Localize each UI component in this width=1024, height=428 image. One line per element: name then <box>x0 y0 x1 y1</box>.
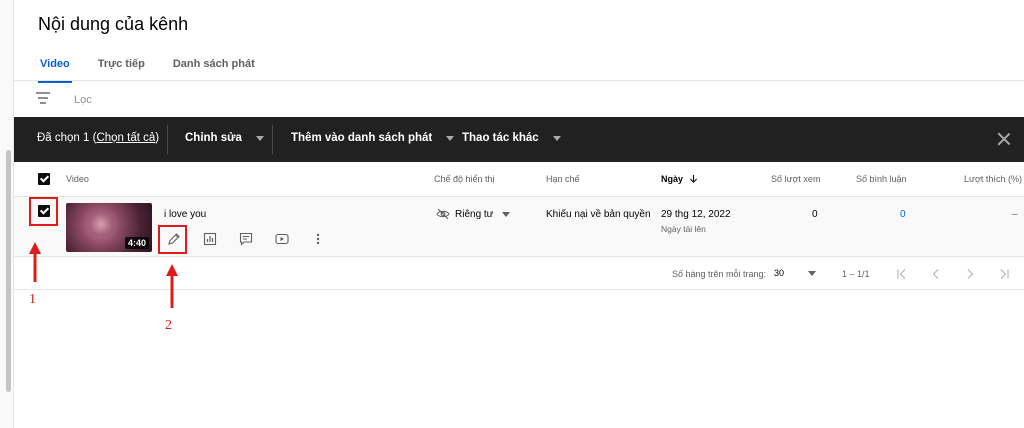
annotation-number-2: 2 <box>165 318 172 333</box>
edit-menu-label: Chỉnh sửa <box>185 132 242 144</box>
annotation-box-1 <box>29 197 58 226</box>
chevron-down-icon <box>808 270 817 276</box>
last-page-icon <box>1000 269 1009 279</box>
more-actions-button[interactable]: Thao tác khác <box>462 132 561 144</box>
row-actions <box>164 229 330 251</box>
filter-icon[interactable] <box>36 92 50 104</box>
analytics-icon <box>203 232 217 246</box>
annotation-arrow-1 <box>29 242 41 282</box>
next-page-button[interactable] <box>962 266 978 282</box>
edit-menu-button[interactable]: Chỉnh sửa <box>185 132 264 144</box>
add-to-playlist-button[interactable]: Thêm vào danh sách phát <box>291 132 455 144</box>
column-video: Video <box>66 174 89 184</box>
first-page-icon <box>897 269 906 279</box>
annotation-arrow-2 <box>166 264 178 308</box>
comments-button[interactable] <box>236 229 272 251</box>
page-range: 1 – 1/1 <box>842 269 870 279</box>
chevron-down-icon <box>552 135 561 141</box>
tab-bar: Video Trực tiếp Danh sách phát <box>26 50 269 83</box>
selection-count: Đã chọn 1 (Chọn tất cả) <box>37 132 159 144</box>
selection-suffix: ) <box>155 132 160 144</box>
comment-icon <box>239 232 253 246</box>
column-comments[interactable]: Số bình luận <box>856 174 907 184</box>
video-title[interactable]: i love you <box>164 209 206 220</box>
analytics-button[interactable] <box>200 229 236 251</box>
column-likes[interactable]: Lượt thích (%) <box>964 174 1022 184</box>
chevron-left-icon <box>932 269 939 279</box>
column-visibility[interactable]: Chế độ hiển thị <box>434 174 495 184</box>
rows-per-page-value: 30 <box>774 268 785 278</box>
add-to-playlist-label: Thêm vào danh sách phát <box>291 132 433 144</box>
views-count: 0 <box>812 209 818 220</box>
tab-playlists[interactable]: Danh sách phát <box>159 50 269 82</box>
bulk-action-bar: Đã chọn 1 (Chọn tất cả) Chỉnh sửa Thêm v… <box>14 117 1024 162</box>
divider <box>272 125 273 154</box>
first-page-button[interactable] <box>894 266 910 282</box>
annotation-box-2 <box>158 225 187 254</box>
chevron-down-icon <box>255 135 264 141</box>
select-all-checkbox[interactable] <box>38 173 50 185</box>
arrow-down-icon <box>689 174 697 183</box>
likes-percent: – <box>1012 209 1018 220</box>
comments-count[interactable]: 0 <box>900 209 906 220</box>
video-thumbnail[interactable]: 4:40 <box>66 203 152 252</box>
column-views[interactable]: Số lượt xem <box>771 174 820 184</box>
eye-off-icon <box>436 208 450 220</box>
page-title: Nội dung của kênh <box>38 14 189 34</box>
rows-per-page-select[interactable]: 30 <box>774 268 817 278</box>
upload-date-label: Ngày tải lên <box>661 224 706 234</box>
annotation-number-1: 1 <box>29 292 36 307</box>
more-vert-icon <box>316 233 320 245</box>
table-header: Video Chế độ hiển thị Hạn chế Ngày Số lư… <box>14 162 1024 197</box>
visibility-label: Riêng tư <box>455 208 494 220</box>
column-restrictions[interactable]: Hạn chế <box>546 174 580 184</box>
column-date-label: Ngày <box>661 174 684 184</box>
chevron-right-icon <box>967 269 974 279</box>
more-actions-label: Thao tác khác <box>462 132 539 144</box>
more-options-button[interactable] <box>308 229 330 251</box>
restriction-text[interactable]: Khiếu nại về bản quyền <box>546 209 651 220</box>
divider <box>167 125 168 154</box>
tab-live[interactable]: Trực tiếp <box>84 50 159 82</box>
duration-badge: 4:40 <box>124 237 149 249</box>
visibility-dropdown[interactable]: Riêng tư <box>436 208 511 220</box>
tab-video[interactable]: Video <box>26 50 84 83</box>
chevron-down-icon <box>446 135 455 141</box>
scrollbar[interactable] <box>6 150 11 392</box>
chevron-down-icon <box>502 211 511 217</box>
prev-page-button[interactable] <box>928 266 944 282</box>
play-icon <box>275 233 289 245</box>
close-icon[interactable] <box>996 131 1012 147</box>
divider <box>14 80 1024 81</box>
column-date[interactable]: Ngày <box>661 174 698 184</box>
filter-bar: Lọc <box>14 82 1024 118</box>
upload-date: 29 thg 12, 2022 <box>661 209 731 220</box>
rows-per-page-label: Số hàng trên mỗi trang: <box>672 269 767 279</box>
view-on-youtube-button[interactable] <box>272 229 308 251</box>
selection-prefix: Đã chọn 1 ( <box>37 132 97 144</box>
last-page-button[interactable] <box>996 266 1012 282</box>
filter-input[interactable]: Lọc <box>74 94 92 106</box>
select-all-link[interactable]: Chọn tất cả <box>96 132 155 144</box>
